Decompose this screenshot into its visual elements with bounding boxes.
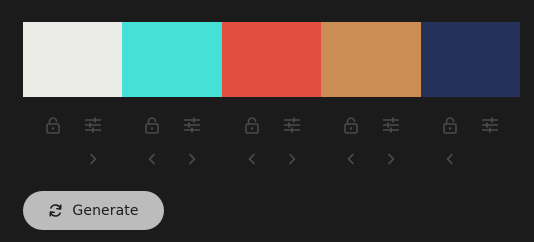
chevron-left-icon: [248, 153, 255, 165]
generate-label: Generate: [72, 202, 139, 219]
refresh-icon: [49, 204, 62, 217]
color-swatch-1[interactable]: [23, 22, 123, 97]
lock-icon: [145, 117, 159, 134]
move-left-button[interactable]: [232, 148, 272, 170]
chevron-right-icon: [89, 153, 97, 165]
move-right-placeholder: [470, 148, 510, 170]
swatch-move-3: [222, 148, 321, 170]
swatch-move-1: [23, 148, 122, 170]
adjust-button[interactable]: [172, 113, 212, 137]
move-right-button[interactable]: [73, 148, 113, 170]
move-right-button[interactable]: [371, 148, 411, 170]
lock-icon: [344, 117, 358, 134]
lock-icon: [244, 117, 259, 134]
color-swatch-3[interactable]: [221, 22, 322, 97]
adjust-button[interactable]: [470, 113, 510, 137]
adjust-button[interactable]: [73, 113, 113, 137]
move-left-placeholder: [33, 148, 73, 170]
swatch-controls-row: [23, 113, 520, 137]
adjust-button[interactable]: [272, 113, 312, 137]
swatch-controls-2: [122, 113, 221, 137]
move-left-button[interactable]: [132, 148, 172, 170]
color-swatch-4[interactable]: [321, 22, 421, 97]
swatch-controls-4: [321, 113, 420, 137]
lock-button[interactable]: [232, 113, 272, 137]
sliders-icon: [283, 117, 300, 133]
chevron-right-icon: [288, 153, 295, 165]
swatch-move-5: [421, 148, 520, 170]
chevron-left-icon: [447, 153, 454, 165]
sliders-icon: [382, 117, 399, 133]
lock-icon: [45, 117, 60, 134]
swatch-controls-3: [222, 113, 321, 137]
sliders-icon: [84, 117, 101, 133]
lock-button[interactable]: [430, 113, 470, 137]
adjust-button[interactable]: [371, 113, 411, 137]
swatch-controls-1: [23, 113, 122, 137]
move-left-button[interactable]: [331, 148, 371, 170]
generate-button[interactable]: Generate: [23, 191, 164, 230]
color-swatch-5[interactable]: [420, 22, 520, 97]
chevron-right-icon: [189, 153, 196, 165]
sliders-icon: [184, 117, 201, 133]
chevron-left-icon: [148, 153, 155, 165]
swatch-move-4: [321, 148, 420, 170]
palette-generator: Generate: [0, 0, 534, 242]
chevron-left-icon: [347, 153, 354, 165]
move-right-button[interactable]: [272, 148, 312, 170]
move-left-button[interactable]: [430, 148, 470, 170]
color-palette: [23, 22, 520, 97]
swatch-controls-5: [421, 113, 520, 137]
move-right-button[interactable]: [172, 148, 212, 170]
sliders-icon: [482, 117, 499, 133]
color-swatch-2[interactable]: [122, 22, 222, 97]
lock-button[interactable]: [33, 113, 73, 137]
lock-button[interactable]: [132, 113, 172, 137]
lock-icon: [443, 117, 458, 134]
chevron-right-icon: [388, 153, 395, 165]
swatch-move-row: [23, 148, 520, 170]
swatch-move-2: [122, 148, 221, 170]
lock-button[interactable]: [331, 113, 371, 137]
